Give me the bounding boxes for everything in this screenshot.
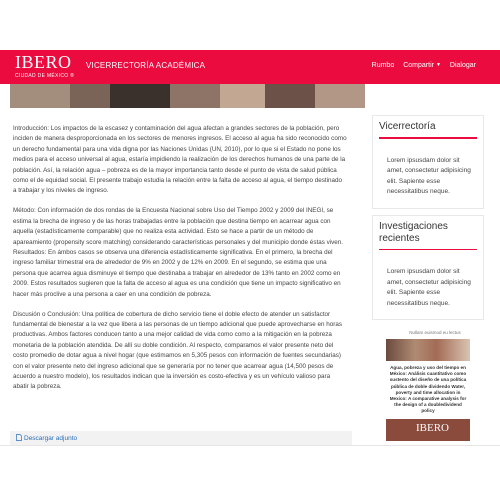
hero-photo-segment [220, 84, 265, 108]
article-body: Introducción: Los impactos de la escasez… [13, 124, 347, 402]
hero-photo-segment [265, 84, 315, 108]
hero-image [10, 84, 365, 108]
download-attachment-link[interactable]: Descargar adjunto [16, 434, 77, 442]
caret-down-icon: ▼ [435, 62, 441, 69]
hero-photo-segment [110, 84, 170, 108]
download-label: Descargar adjunto [24, 435, 78, 442]
sidebar: Vicerrectoría Lorem ipsusdam dolor sit a… [372, 115, 484, 441]
card-title[interactable]: Agua, pobreza y uso del tiempo en México… [386, 361, 470, 419]
card-thumbnail-2[interactable]: IBERO [386, 418, 470, 441]
site-title[interactable]: VICERRECTORÍA ACADÉMICA [86, 61, 205, 70]
hero-photo-segment [170, 84, 220, 108]
nav-dialogar[interactable]: Dialogar [450, 62, 476, 69]
logo-wordmark: IBERO [15, 52, 72, 72]
page-divider [0, 445, 500, 446]
hero-photo-segment [315, 84, 365, 108]
hero-photo-segment [10, 84, 70, 108]
widget-title: Investigaciones recientes [379, 220, 448, 244]
widget-title: Vicerrectoría [379, 121, 436, 132]
article-method-results: Método: Con información de dos rondas de… [13, 207, 344, 298]
card-thumbnail[interactable] [386, 339, 470, 361]
file-icon [16, 434, 22, 441]
nav-compartir-dropdown[interactable]: Compartir ▼ [403, 62, 441, 69]
main-nav: Rumbo Compartir ▼ Dialogar [372, 62, 476, 69]
article-intro: Introducción: Los impactos de la escasez… [13, 125, 347, 195]
widget-vicerrectoria: Vicerrectoría Lorem ipsusdam dolor sit a… [372, 115, 484, 209]
article-conclusion: Discusión o Conclusión: Una política de … [13, 310, 343, 391]
widget-investigaciones: Investigaciones recientes Lorem ipsusdam… [372, 214, 484, 320]
widget-text: Lorem ipsusdam dolor sit amet, consectet… [387, 268, 471, 307]
ibero-logo[interactable]: IBERO CIUDAD DE MÉXICO ® [15, 52, 77, 82]
nav-compartir-label: Compartir [403, 62, 434, 69]
hero-photo-segment [70, 84, 110, 108]
top-navbar: IBERO CIUDAD DE MÉXICO ® VICERRECTORÍA A… [0, 50, 500, 84]
widget-text: Lorem ipsusdam dolor sit amet, consectet… [387, 156, 471, 196]
recent-article-card[interactable]: Nullam euismod eu lectus Agua, pobreza y… [372, 326, 484, 441]
nav-rumbo[interactable]: Rumbo [372, 62, 395, 69]
card-header: Nullam euismod eu lectus [409, 330, 461, 335]
attachment-bar: Descargar adjunto [10, 431, 352, 445]
logo-subtext: CIUDAD DE MÉXICO ® [15, 73, 75, 79]
thumbnail-logo-text: IBERO [416, 421, 449, 434]
